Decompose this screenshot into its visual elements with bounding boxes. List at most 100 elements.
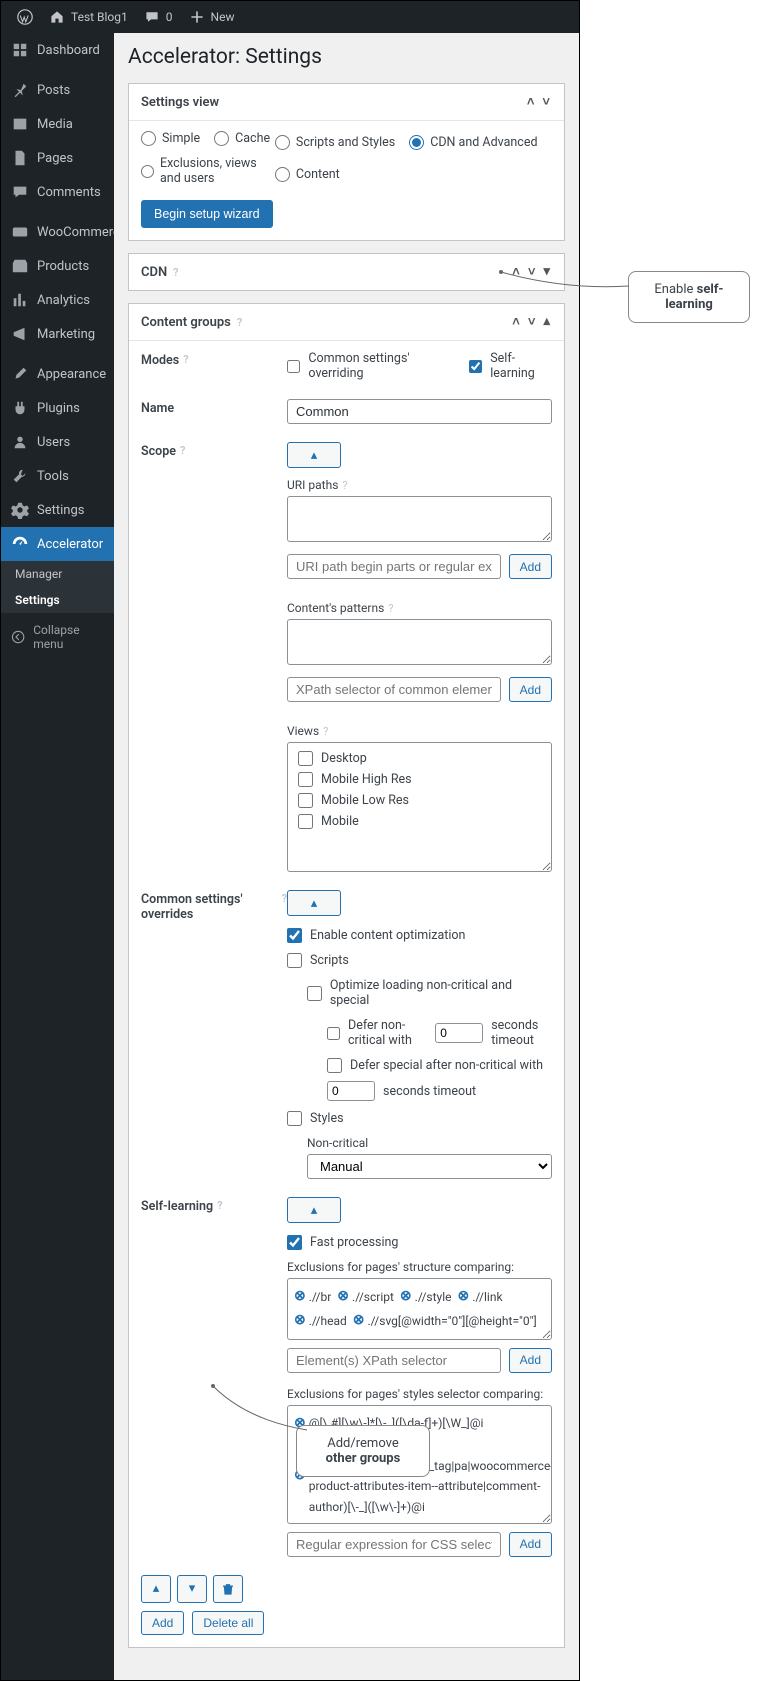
special-timeout-input[interactable] xyxy=(327,1081,375,1101)
wp-logo[interactable] xyxy=(9,1,41,33)
check-enable-opt[interactable]: Enable content optimization xyxy=(287,928,552,943)
help-icon[interactable]: ? xyxy=(237,316,242,329)
trash-button[interactable] xyxy=(213,1575,243,1603)
radio-cache[interactable]: Cache xyxy=(214,131,270,146)
check-view-mobile[interactable]: Mobile xyxy=(298,814,541,829)
check-styles[interactable]: Styles xyxy=(287,1111,552,1126)
add-button[interactable]: Add xyxy=(509,677,552,702)
new-link[interactable]: New xyxy=(181,1,243,33)
overrides-collapse-button[interactable]: ▴ xyxy=(287,890,341,916)
radio-scripts-styles[interactable]: Scripts and Styles xyxy=(275,131,395,154)
help-icon[interactable]: ? xyxy=(180,444,185,457)
tag-item: ⊗.//link xyxy=(458,1285,503,1309)
site-home[interactable]: Test Blog1 xyxy=(41,1,136,33)
add-button[interactable]: Add xyxy=(509,554,552,579)
delete-all-button[interactable]: Delete all xyxy=(192,1611,264,1635)
add-button[interactable]: Add xyxy=(509,1532,552,1557)
radio-exclusions[interactable]: Exclusions, views and users xyxy=(141,156,275,186)
sidebar-item-users[interactable]: Users xyxy=(1,425,114,459)
sidebar-item-tools[interactable]: Tools xyxy=(1,459,114,493)
sidebar-sub-settings[interactable]: Settings xyxy=(1,587,114,613)
add-button[interactable]: Add xyxy=(509,1348,552,1373)
tag-item: ⊗.//script xyxy=(337,1285,394,1309)
remove-tag-icon[interactable]: ⊗ xyxy=(458,1285,470,1309)
check-common-overriding[interactable]: Common settings' overriding xyxy=(287,351,451,381)
chevron-up-icon[interactable]: ˄ xyxy=(525,94,537,110)
sidebar-item-accelerator[interactable]: Accelerator xyxy=(1,527,114,561)
row-name: Name xyxy=(141,399,552,424)
uri-path-input[interactable] xyxy=(287,554,501,579)
remove-tag-icon[interactable]: ⊗ xyxy=(337,1285,349,1309)
collapse-menu[interactable]: Collapse menu xyxy=(1,613,114,661)
help-icon[interactable]: ? xyxy=(323,725,328,738)
page-title: Accelerator: Settings xyxy=(128,45,565,69)
panel-header[interactable]: Settings view ˄˅ xyxy=(129,84,564,121)
remove-tag-icon[interactable]: ⊗ xyxy=(294,1309,306,1333)
radio-content[interactable]: Content xyxy=(275,164,552,187)
sidebar-item-pages[interactable]: Pages xyxy=(1,141,114,175)
collapse-icon[interactable]: ▴ xyxy=(541,314,552,330)
views-box: Desktop Mobile High Res Mobile Low Res M… xyxy=(287,742,552,872)
check-self-learning[interactable]: Self-learning xyxy=(469,351,552,381)
check-fast-processing[interactable]: Fast processing xyxy=(287,1235,552,1250)
sidebar-item-plugins[interactable]: Plugins xyxy=(1,391,114,425)
add-group-button[interactable]: Add xyxy=(141,1611,184,1635)
scope-collapse-button[interactable]: ▴ xyxy=(287,442,341,468)
chevron-down-icon[interactable]: ˅ xyxy=(540,94,552,110)
radio-cdn-advanced[interactable]: CDN and Advanced xyxy=(409,131,537,154)
sidebar-sub-manager[interactable]: Manager xyxy=(1,561,114,587)
remove-tag-icon[interactable]: ⊗ xyxy=(400,1285,412,1309)
help-icon[interactable]: ? xyxy=(183,353,188,366)
tag-item: ⊗.//head xyxy=(294,1309,347,1333)
noncrit-timeout-input[interactable] xyxy=(435,1023,483,1043)
sidebar-item-posts[interactable]: Posts xyxy=(1,73,114,107)
sidebar-item-media[interactable]: Media xyxy=(1,107,114,141)
check-defer-noncritical[interactable]: Defer non-critical withseconds timeout xyxy=(327,1018,552,1048)
begin-wizard-button[interactable]: Begin setup wizard xyxy=(141,200,273,228)
remove-tag-icon[interactable]: ⊗ xyxy=(294,1285,306,1309)
help-icon[interactable]: ? xyxy=(173,266,178,279)
excl-struct-box: ⊗.//br⊗.//script⊗.//style⊗.//link⊗.//hea… xyxy=(287,1278,552,1340)
sidebar-item-dashboard[interactable]: Dashboard xyxy=(1,33,114,67)
self-learning-collapse-button[interactable]: ▴ xyxy=(287,1197,341,1223)
check-scripts[interactable]: Scripts xyxy=(287,953,552,968)
comments-count: 0 xyxy=(166,10,173,24)
check-view-desktop[interactable]: Desktop xyxy=(298,751,541,766)
radio-simple[interactable]: Simple xyxy=(141,131,200,146)
tag-item: ⊗.//svg[@width="0"][@height="0"] xyxy=(353,1309,537,1333)
sidebar-item-comments[interactable]: Comments xyxy=(1,175,114,209)
check-view-mobile-low[interactable]: Mobile Low Res xyxy=(298,793,541,808)
wp-admin-toolbar: Test Blog1 0 New xyxy=(1,1,579,33)
sidebar-item-appearance[interactable]: Appearance xyxy=(1,357,114,391)
help-icon[interactable]: ? xyxy=(388,602,393,615)
panel-settings-view: Settings view ˄˅ Simple Cache Exclusions… xyxy=(128,83,565,241)
check-opt-noncritical[interactable]: Optimize loading non-critical and specia… xyxy=(307,978,552,1008)
uri-paths-textarea[interactable] xyxy=(287,496,552,542)
remove-tag-icon[interactable]: ⊗ xyxy=(353,1309,365,1333)
name-input[interactable] xyxy=(287,399,552,424)
check-defer-special[interactable]: Defer special after non-critical withsec… xyxy=(327,1058,552,1101)
sidebar-item-settings[interactable]: Settings xyxy=(1,493,114,527)
panel-header[interactable]: Content groups? ˄˅▴ xyxy=(129,304,564,341)
chevron-up-icon[interactable]: ˄ xyxy=(510,314,522,330)
noncritical-select[interactable]: Manual xyxy=(307,1154,552,1179)
pattern-input[interactable] xyxy=(287,677,501,702)
patterns-textarea[interactable] xyxy=(287,619,552,665)
chevron-down-icon[interactable]: ˅ xyxy=(526,314,538,330)
group-item-controls: ▴ ▾ xyxy=(141,1575,552,1603)
move-down-button[interactable]: ▾ xyxy=(177,1575,207,1603)
row-scope: Scope? ▴ URI paths? Add Content's patter… xyxy=(141,442,552,872)
check-view-mobile-high[interactable]: Mobile High Res xyxy=(298,772,541,787)
row-self-learning: Self-learning? ▴ Fast processing Exclusi… xyxy=(141,1197,552,1557)
panel-title: Content groups xyxy=(141,315,231,330)
excl-struct-input[interactable] xyxy=(287,1348,501,1373)
sidebar-item-marketing[interactable]: Marketing xyxy=(1,317,114,351)
help-icon[interactable]: ? xyxy=(342,479,347,492)
excl-styles-input[interactable] xyxy=(287,1532,501,1557)
sidebar-item-woocommerce[interactable]: WooCommerce xyxy=(1,215,114,249)
comments-link[interactable]: 0 xyxy=(136,1,181,33)
help-icon[interactable]: ? xyxy=(217,1199,222,1212)
move-up-button[interactable]: ▴ xyxy=(141,1575,171,1603)
sidebar-item-products[interactable]: Products xyxy=(1,249,114,283)
sidebar-item-analytics[interactable]: Analytics xyxy=(1,283,114,317)
